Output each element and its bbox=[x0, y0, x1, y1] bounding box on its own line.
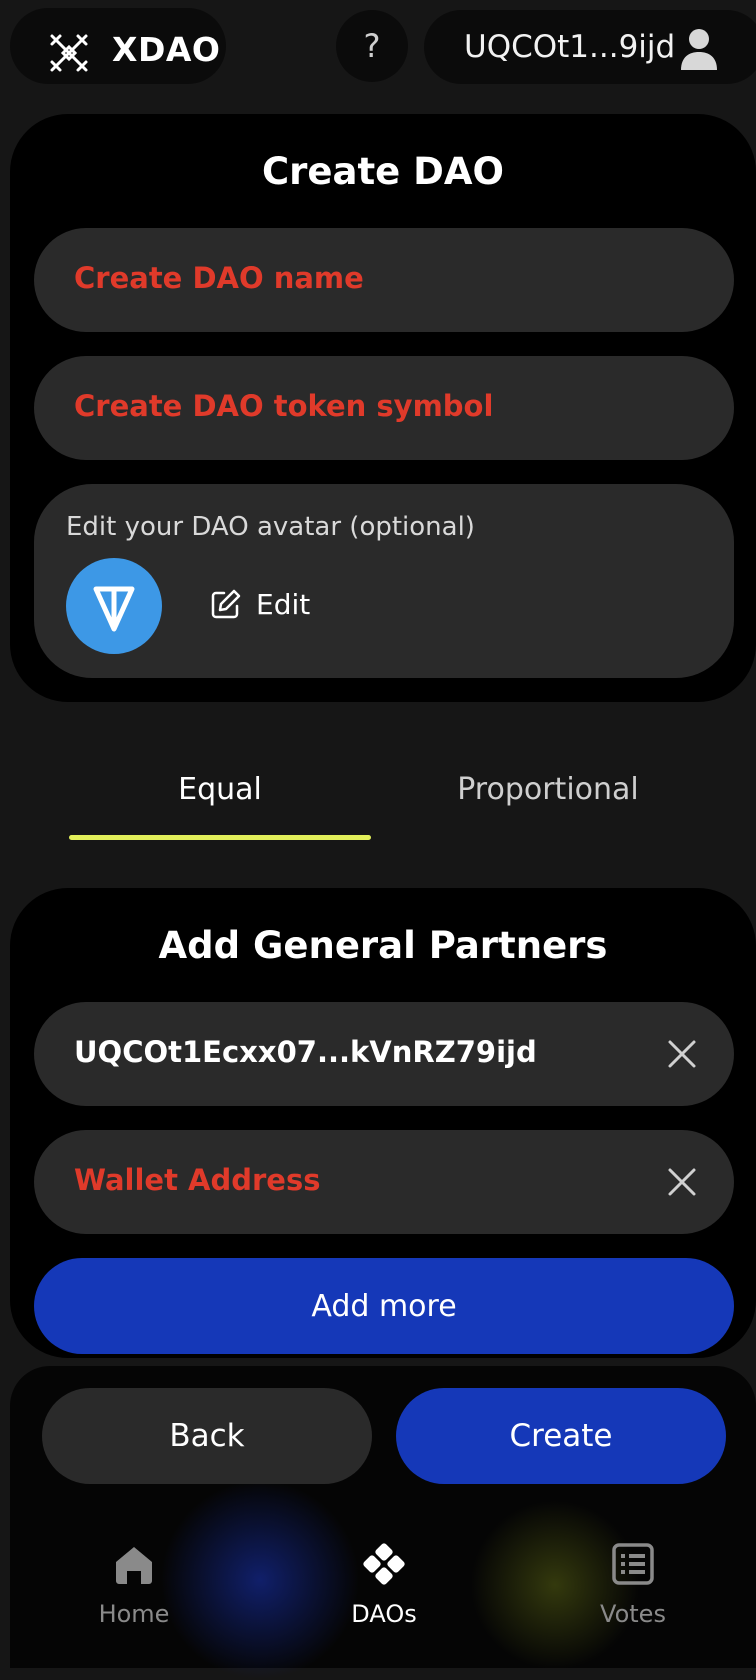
back-label: Back bbox=[169, 1418, 245, 1454]
nav-item-votes[interactable]: Votes bbox=[553, 1540, 713, 1628]
wallet-button[interactable]: UQCOt1...9ijd bbox=[424, 10, 756, 84]
wallet-address: UQCOt1...9ijd bbox=[464, 29, 676, 65]
add-more-label: Add more bbox=[311, 1288, 457, 1324]
partner-address-field[interactable]: UQCOt1Ecxx07...kVnRZ79ijd bbox=[34, 1002, 734, 1106]
nav-item-daos[interactable]: DAOs bbox=[304, 1540, 464, 1628]
nav-label-home: Home bbox=[98, 1600, 170, 1628]
logo-pill[interactable]: XDAO bbox=[10, 8, 226, 84]
votes-icon bbox=[612, 1543, 654, 1585]
avatar-editor: Edit your DAO avatar (optional) Edit bbox=[34, 484, 734, 678]
avatar-label: Edit your DAO avatar (optional) bbox=[66, 512, 475, 542]
partner-address-value: UQCOt1Ecxx07...kVnRZ79ijd bbox=[74, 1035, 537, 1069]
daos-icon bbox=[363, 1543, 405, 1585]
create-label: Create bbox=[509, 1418, 613, 1454]
ton-avatar-icon[interactable] bbox=[66, 558, 162, 654]
dao-token-symbol-placeholder: Create DAO token symbol bbox=[74, 389, 494, 423]
create-button[interactable]: Create bbox=[396, 1388, 726, 1484]
nav-item-home[interactable]: Home bbox=[54, 1540, 214, 1628]
add-more-button[interactable]: Add more bbox=[34, 1258, 734, 1354]
edit-icon bbox=[211, 589, 241, 619]
xdao-logo-icon bbox=[50, 34, 88, 72]
nav-label-votes: Votes bbox=[600, 1600, 666, 1628]
active-tab-indicator bbox=[69, 835, 371, 840]
edit-label: Edit bbox=[256, 587, 311, 621]
dao-name-field[interactable]: Create DAO name bbox=[34, 228, 734, 332]
nav-label-daos: DAOs bbox=[351, 1600, 417, 1628]
wallet-address-field[interactable]: Wallet Address bbox=[34, 1130, 734, 1234]
tab-proportional[interactable]: Proportional bbox=[398, 772, 698, 807]
back-button[interactable]: Back bbox=[42, 1388, 372, 1484]
user-icon bbox=[681, 29, 717, 70]
wallet-address-placeholder: Wallet Address bbox=[74, 1163, 321, 1197]
close-icon[interactable] bbox=[666, 1166, 698, 1198]
dao-token-symbol-field[interactable]: Create DAO token symbol bbox=[34, 356, 734, 460]
tab-equal[interactable]: Equal bbox=[70, 772, 370, 807]
close-icon[interactable] bbox=[666, 1038, 698, 1070]
create-dao-title: Create DAO bbox=[262, 150, 504, 193]
dao-name-placeholder: Create DAO name bbox=[74, 261, 364, 295]
help-button[interactable]: ? bbox=[336, 10, 408, 82]
edit-avatar-button[interactable]: Edit bbox=[210, 584, 310, 624]
home-icon bbox=[116, 1547, 152, 1584]
help-icon: ? bbox=[363, 27, 381, 65]
app-name: XDAO bbox=[112, 30, 221, 69]
partners-title: Add General Partners bbox=[158, 924, 608, 967]
